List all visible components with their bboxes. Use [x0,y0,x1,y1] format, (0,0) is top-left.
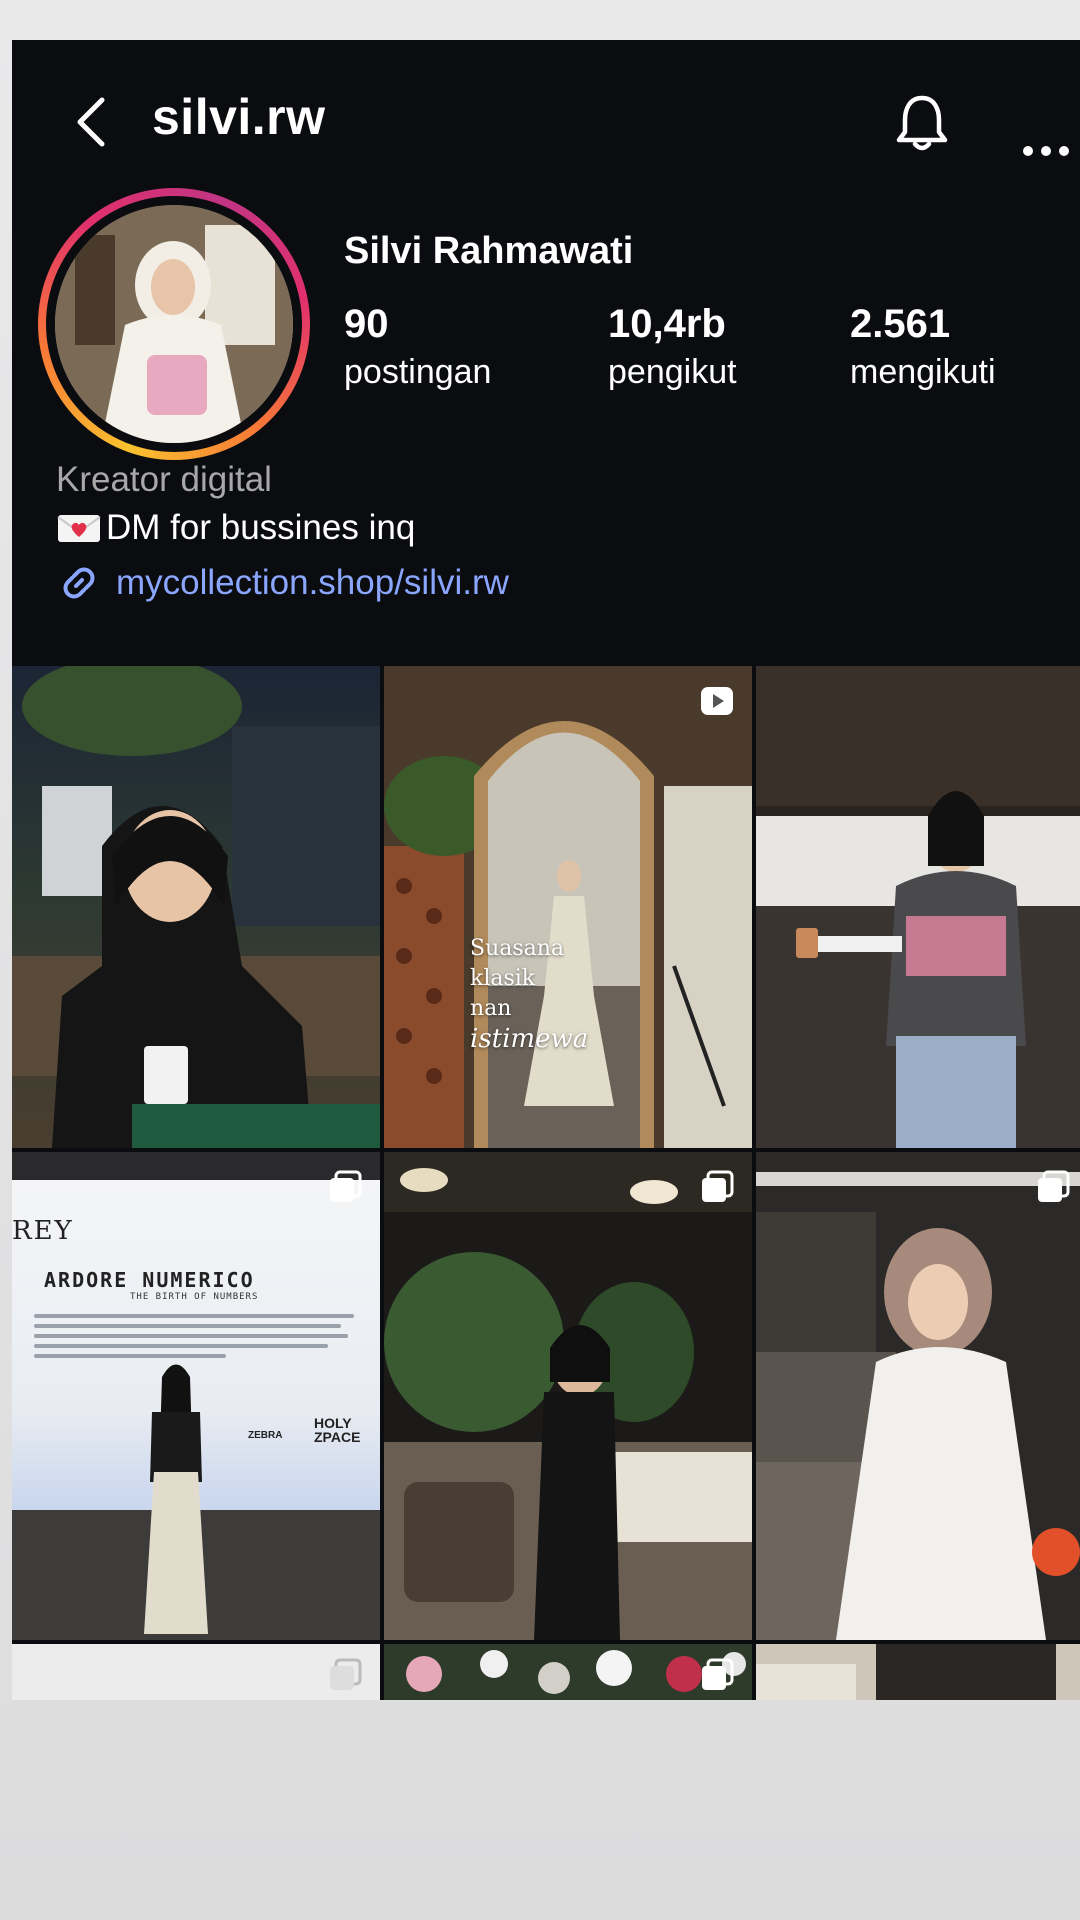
stat-followers-label: pengikut [608,353,737,391]
overlay-line: Suasana [470,936,565,961]
post-image [384,1644,752,1700]
profile-avatar-story-ring[interactable] [38,188,310,460]
post-tile[interactable] [756,1644,1080,1700]
post-tile[interactable] [756,666,1080,1148]
post-tile[interactable]: Suasana klasik nan istimewa [384,666,752,1148]
stat-following-label: mengikuti [850,353,996,391]
overlay-line: klasik [470,966,536,991]
profile-full-name: Silvi Rahmawati [344,230,634,272]
bio-text: DM for bussines inq [106,508,416,547]
post-image [756,1644,1080,1700]
avatar [55,205,293,443]
carousel-icon [702,1658,734,1690]
avatar-frame [46,196,302,452]
post-tile[interactable]: REY ARDORE NUMERICO THE BIRTH OF NUMBERS… [12,1152,380,1640]
carousel-icon [330,1658,362,1690]
notifications-button[interactable] [887,88,957,158]
bio-line: DM for bussines inq [56,508,415,548]
post-tile[interactable] [12,1644,380,1700]
stat-following[interactable]: 2.561 mengikuti [850,302,996,392]
carousel-icon [1038,1170,1070,1202]
post-tile[interactable] [384,1152,752,1640]
stat-followers[interactable]: 10,4rb pengikut [608,302,737,392]
heart-mail-icon [57,515,101,542]
stat-following-value: 2.561 [850,302,951,346]
avatar-photo [55,205,293,443]
post-image [756,666,1080,1148]
stat-posts-label: postingan [344,353,492,391]
top-bar: silvi.rw [12,40,1080,200]
stat-followers-value: 10,4rb [608,302,726,346]
post-image [12,666,380,1148]
post-tile[interactable] [756,1152,1080,1640]
carousel-icon [702,1170,734,1202]
post-tile[interactable] [384,1644,752,1700]
stat-posts[interactable]: 90 postingan [344,302,491,392]
back-icon [77,97,105,147]
post-tile[interactable] [12,666,380,1148]
back-button[interactable] [64,92,124,152]
post-overlay-text: Suasana klasik nan istimewa [470,934,588,1054]
post-image [384,1152,752,1640]
bell-icon [896,95,948,151]
overlay-line: nan [470,996,512,1021]
reel-icon [701,687,733,715]
post-image [756,1152,1080,1640]
carousel-icon [330,1170,362,1202]
post-image [384,666,752,1148]
bio-link-text: mycollection.shop/silvi.rw [116,563,509,602]
more-icon [1023,146,1069,156]
link-icon [63,567,95,599]
stat-posts-value: 90 [344,302,389,346]
profile-screen: silvi.rw Silvi Rahmawati 90 postingan 10… [12,40,1080,1700]
post-image [12,1364,380,1640]
posts-grid: Suasana klasik nan istimewa REY ARDORE N… [12,666,1080,1700]
bio-link[interactable]: mycollection.shop/silvi.rw [56,560,509,606]
more-options-button[interactable] [1020,136,1080,166]
bio-category: Kreator digital [56,460,272,499]
overlay-line: istimewa [470,1024,589,1054]
profile-username: silvi.rw [152,89,326,145]
